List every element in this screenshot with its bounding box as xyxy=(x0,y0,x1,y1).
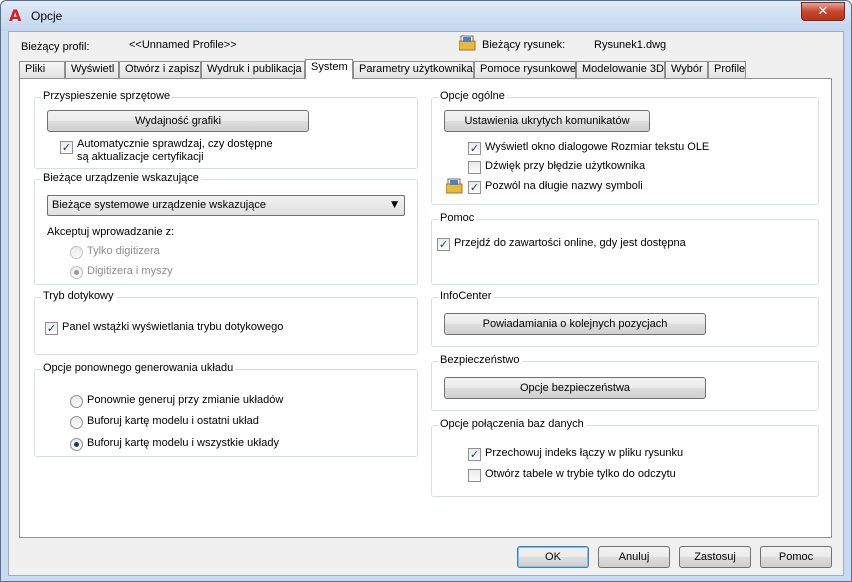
regen-on-switch-radio[interactable] xyxy=(70,395,83,408)
drawing-file-icon xyxy=(459,35,476,51)
current-drawing-value: Rysunek1.dwg xyxy=(594,39,667,51)
ok-button[interactable]: OK xyxy=(517,546,589,568)
security-group: Bezpieczeństwo Opcje bezpieczeństwa xyxy=(431,354,819,411)
store-link-index-checkbox[interactable]: ✓ xyxy=(468,448,481,461)
tab-pomoce-rysunkowe[interactable]: Pomoce rysunkowe xyxy=(474,61,576,78)
close-button[interactable]: ✕ xyxy=(801,2,845,21)
dialog-client-area: Bieżący profil: <<Unnamed Profile>> Bież… xyxy=(8,31,844,576)
db-connection-group: Opcje połączenia baz danych ✓ Przechowuj… xyxy=(431,418,819,497)
certification-update-label-line1: Automatycznie sprawdzaj, czy dostępne xyxy=(77,138,273,150)
chevron-down-icon: ▼ xyxy=(391,200,398,210)
hardware-acceleration-group: Przyspieszenie sprzętowe Wydajność grafi… xyxy=(34,90,418,169)
infocenter-group: InfoCenter Powiadamiania o kolejnych poz… xyxy=(431,290,819,347)
apply-button[interactable]: Zastosuj xyxy=(679,546,751,568)
help-button[interactable]: Pomoc xyxy=(760,546,832,568)
infocenter-title: InfoCenter xyxy=(438,290,494,302)
online-content-checkbox[interactable]: ✓ xyxy=(437,238,450,251)
help-title: Pomoc xyxy=(438,212,477,224)
long-symbol-names-label: Pozwól na długie nazwy symboli xyxy=(485,180,643,192)
tab-system[interactable]: System xyxy=(305,59,353,79)
title-bar[interactable]: A Opcje ✕ xyxy=(1,1,851,31)
tab-wydruk-i-publikacja[interactable]: Wydruk i publikacja xyxy=(201,61,305,78)
digitizer-and-mouse-radio[interactable] xyxy=(70,266,83,279)
dialog-title: Opcje xyxy=(31,9,63,23)
db-connection-title: Opcje połączenia baz danych xyxy=(438,418,586,430)
cache-model-all-layouts-label: Buforuj kartę modelu i wszystkie układy xyxy=(87,437,279,449)
ole-text-size-label: Wyświetl okno dialogowe Rozmiar tekstu O… xyxy=(485,141,710,153)
read-only-tables-label: Otwórz tabele w trybie tylko do odczytu xyxy=(485,468,676,480)
graphics-performance-button[interactable]: Wydajność grafiki xyxy=(47,110,309,132)
general-options-group: Opcje ogólne Ustawienia ukrytych komunik… xyxy=(431,90,819,205)
user-error-sound-checkbox[interactable] xyxy=(468,161,481,174)
read-only-tables-checkbox[interactable] xyxy=(468,469,481,482)
regen-on-switch-label: Ponownie generuj przy zmianie układów xyxy=(87,394,284,406)
tab-parametry-uzytkownika[interactable]: Parametry użytkownika xyxy=(353,61,474,78)
cache-model-last-layout-label: Buforuj kartę modelu i ostatni układ xyxy=(87,415,259,427)
pointing-device-title: Bieżące urządzenie wskazujące xyxy=(41,172,201,184)
certification-update-checkbox[interactable]: ✓ xyxy=(60,141,73,154)
ole-text-size-checkbox[interactable]: ✓ xyxy=(468,142,481,155)
tab-otworz-i-zapisz[interactable]: Otwórz i zapisz xyxy=(119,61,201,78)
options-dialog: A Opcje ✕ Bieżący profil: <<Unnamed Prof… xyxy=(0,0,852,582)
certification-update-label-line2: są aktualizacje certyfikacji xyxy=(77,151,204,163)
tab-pliki[interactable]: Pliki xyxy=(19,61,65,78)
touch-mode-title: Tryb dotykowy xyxy=(41,290,116,302)
current-drawing-label: Bieżący rysunek: xyxy=(482,39,566,51)
hidden-messages-settings-button[interactable]: Ustawienia ukrytych komunikatów xyxy=(444,110,650,132)
cancel-button[interactable]: Anuluj xyxy=(598,546,670,568)
pointing-device-group: Bieżące urządzenie wskazujące Bieżące sy… xyxy=(34,172,418,285)
online-content-label: Przejdź do zawartości online, gdy jest d… xyxy=(454,237,686,249)
touch-ribbon-label: Panel wstążki wyświetlania trybu dotykow… xyxy=(62,321,284,333)
digitizer-only-radio[interactable] xyxy=(70,246,83,259)
close-icon: ✕ xyxy=(817,4,829,19)
digitizer-only-label: Tylko digitizera xyxy=(87,245,160,257)
current-profile-label: Bieżący profil: xyxy=(21,41,90,53)
layout-regen-title: Opcje ponownego generowania układu xyxy=(41,362,236,374)
layout-regen-group: Opcje ponownego generowania układu Ponow… xyxy=(34,362,418,457)
tab-wyswietl[interactable]: Wyświetl xyxy=(65,61,119,78)
tab-modelowanie-3d[interactable]: Modelowanie 3D xyxy=(576,61,665,78)
balloon-notifications-button[interactable]: Powiadamiania o kolejnych pozycjach xyxy=(444,313,706,335)
help-group: Pomoc ✓ Przejdź do zawartości online, gd… xyxy=(431,212,819,285)
tab-profile[interactable]: Profile xyxy=(708,61,746,78)
current-profile-value: <<Unnamed Profile>> xyxy=(129,39,237,51)
user-error-sound-label: Dźwięk przy błędzie użytkownika xyxy=(485,160,646,172)
touch-mode-group: Tryb dotykowy ✓ Panel wstążki wyświetlan… xyxy=(34,290,418,355)
store-link-index-label: Przechowuj indeks łączy w pliku rysunku xyxy=(485,447,684,459)
system-tab-page: Przyspieszenie sprzętowe Wydajność grafi… xyxy=(19,78,832,538)
long-symbol-names-checkbox[interactable]: ✓ xyxy=(468,181,481,194)
security-options-button[interactable]: Opcje bezpieczeństwa xyxy=(444,377,706,399)
pointing-device-select-value: Bieżące systemowe urządzenie wskazujące xyxy=(52,199,266,211)
drawing-file-icon xyxy=(446,178,463,194)
touch-ribbon-checkbox[interactable]: ✓ xyxy=(45,322,58,335)
accept-input-label: Akceptuj wprowadzanie z: xyxy=(47,226,175,238)
general-options-title: Opcje ogólne xyxy=(438,90,507,102)
tab-wybor[interactable]: Wybór xyxy=(665,61,708,78)
digitizer-and-mouse-label: Digitizera i myszy xyxy=(87,265,173,277)
cache-model-all-layouts-radio[interactable] xyxy=(70,438,83,451)
hardware-acceleration-title: Przyspieszenie sprzętowe xyxy=(41,90,173,102)
cache-model-last-layout-radio[interactable] xyxy=(70,416,83,429)
autocad-logo-icon[interactable]: A xyxy=(9,8,25,24)
pointing-device-select[interactable]: Bieżące systemowe urządzenie wskazujące … xyxy=(47,195,405,216)
security-title: Bezpieczeństwo xyxy=(438,354,522,366)
